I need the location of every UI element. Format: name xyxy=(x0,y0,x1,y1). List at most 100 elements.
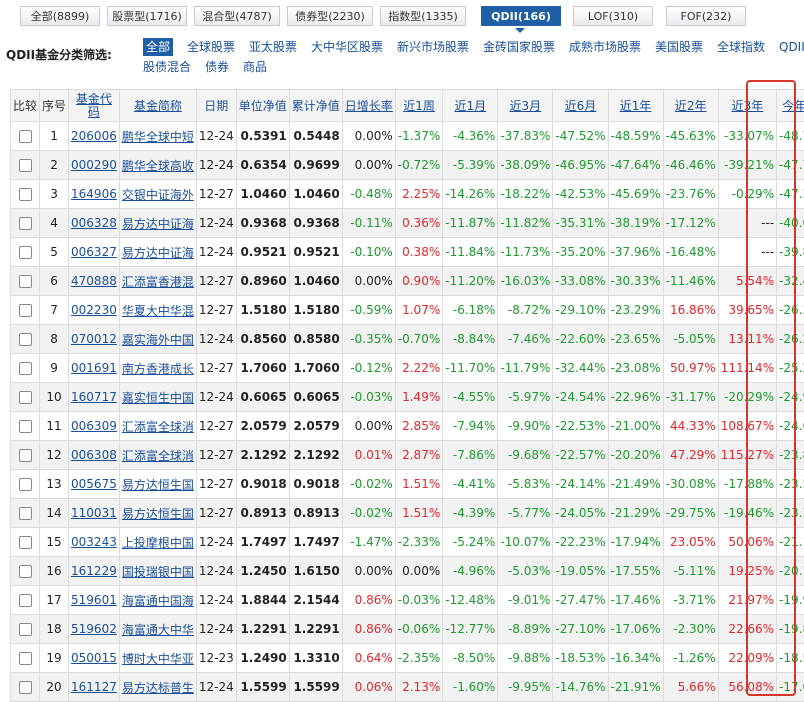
filter-stock-bond-mix[interactable]: 股债混合 xyxy=(143,58,191,76)
fund-name-link[interactable]: 鹏华全球中短 xyxy=(119,122,196,151)
fund-code-link[interactable]: 006328 xyxy=(69,209,120,238)
tab-stock[interactable]: 股票型(1716) xyxy=(107,6,187,26)
tab-index[interactable]: 指数型(1335) xyxy=(380,6,466,26)
compare-checkbox[interactable] xyxy=(19,130,32,143)
col-nav[interactable]: 单位净值 xyxy=(236,90,289,122)
fund-name-link[interactable]: 汇添富全球消 xyxy=(119,412,196,441)
compare-checkbox[interactable] xyxy=(19,420,32,433)
compare-checkbox[interactable] xyxy=(19,565,32,578)
filter-global-stock[interactable]: 全球股票 xyxy=(187,38,235,56)
fund-code-link[interactable]: 164906 xyxy=(69,180,120,209)
compare-checkbox[interactable] xyxy=(19,536,32,549)
filter-commodity[interactable]: 商品 xyxy=(243,58,267,76)
m6-cell: -46.95% xyxy=(553,151,608,180)
compare-checkbox[interactable] xyxy=(19,246,32,259)
col-accnav[interactable]: 累计净值 xyxy=(289,90,342,122)
fund-code-link[interactable]: 070012 xyxy=(69,325,120,354)
filter-apac-stock[interactable]: 亚太股票 xyxy=(249,38,297,56)
fund-name-link[interactable]: 汇添富全球消 xyxy=(119,441,196,470)
tab-all[interactable]: 全部(8899) xyxy=(20,6,100,26)
col-y3[interactable]: 近3年 xyxy=(718,90,776,122)
fund-code-link[interactable]: 519601 xyxy=(69,586,120,615)
fund-code-link[interactable]: 005675 xyxy=(69,470,120,499)
fund-name-link[interactable]: 鹏华全球高收 xyxy=(119,151,196,180)
col-date[interactable]: 日期 xyxy=(196,90,236,122)
fund-name-link[interactable]: 国投瑞银中国 xyxy=(119,557,196,586)
col-w1[interactable]: 近1周 xyxy=(395,90,442,122)
fund-code-link[interactable]: 000290 xyxy=(69,151,120,180)
compare-checkbox[interactable] xyxy=(19,449,32,462)
fund-name-link[interactable]: 易方达标普生 xyxy=(119,673,196,702)
tab-fof[interactable]: FOF(232) xyxy=(666,6,746,26)
compare-checkbox[interactable] xyxy=(19,652,32,665)
compare-checkbox[interactable] xyxy=(19,217,32,230)
fund-name-link[interactable]: 博时大中华亚 xyxy=(119,644,196,673)
fund-code-link[interactable]: 006327 xyxy=(69,238,120,267)
fund-code-link[interactable]: 050015 xyxy=(69,644,120,673)
fund-name-link[interactable]: 易方达恒生国 xyxy=(119,470,196,499)
tab-bond[interactable]: 债券型(2230) xyxy=(287,6,373,26)
filter-mature-stock[interactable]: 成熟市场股票 xyxy=(569,38,641,56)
compare-checkbox[interactable] xyxy=(19,478,32,491)
compare-checkbox[interactable] xyxy=(19,623,32,636)
w1-cell: 2.87% xyxy=(395,441,442,470)
filter-brics-stock[interactable]: 金砖国家股票 xyxy=(483,38,555,56)
col-y2[interactable]: 近2年 xyxy=(663,90,718,122)
fund-name-link[interactable]: 易方达中证海 xyxy=(119,238,196,267)
fund-name-link[interactable]: 易方达恒生国 xyxy=(119,499,196,528)
compare-checkbox[interactable] xyxy=(19,391,32,404)
col-daily[interactable]: 日增长率 xyxy=(342,90,395,122)
fund-name-link[interactable]: 南方香港成长 xyxy=(119,354,196,383)
fund-code-link[interactable]: 206006 xyxy=(69,122,120,151)
tab-hybrid[interactable]: 混合型(4787) xyxy=(194,6,280,26)
fund-code-link[interactable]: 519602 xyxy=(69,615,120,644)
compare-checkbox[interactable] xyxy=(19,159,32,172)
filter-greater-china-stock[interactable]: 大中华区股票 xyxy=(311,38,383,56)
fund-code-link[interactable]: 001691 xyxy=(69,354,120,383)
filter-all[interactable]: 全部 xyxy=(143,38,173,56)
col-m1[interactable]: 近1月 xyxy=(443,90,498,122)
col-name[interactable]: 基金简称 xyxy=(119,90,196,122)
compare-checkbox[interactable] xyxy=(19,188,32,201)
fund-name-link[interactable]: 易方达中证海 xyxy=(119,209,196,238)
fund-code-link[interactable]: 470888 xyxy=(69,267,120,296)
col-ytd[interactable]: 今年来▲ xyxy=(777,90,804,122)
fund-code-link[interactable]: 161127 xyxy=(69,673,120,702)
filter-emerging-stock[interactable]: 新兴市场股票 xyxy=(397,38,469,56)
filter-us-stock[interactable]: 美国股票 xyxy=(655,38,703,56)
compare-checkbox[interactable] xyxy=(19,594,32,607)
filter-bond[interactable]: 债券 xyxy=(205,58,229,76)
compare-checkbox[interactable] xyxy=(19,362,32,375)
table-row: 14110031易方达恒生国12-270.89130.8913-0.02%1.5… xyxy=(11,499,804,528)
col-m3[interactable]: 近3月 xyxy=(498,90,553,122)
fund-code-link[interactable]: 160717 xyxy=(69,383,120,412)
col-m6[interactable]: 近6月 xyxy=(553,90,608,122)
fund-code-link[interactable]: 002230 xyxy=(69,296,120,325)
fund-code-link[interactable]: 003243 xyxy=(69,528,120,557)
tab-lof[interactable]: LOF(310) xyxy=(573,6,653,26)
col-code[interactable]: 基金代码 xyxy=(69,90,120,122)
col-y1[interactable]: 近1年 xyxy=(608,90,663,122)
tab-qdii[interactable]: QDII(166) xyxy=(481,6,561,26)
fund-code-link[interactable]: 006308 xyxy=(69,441,120,470)
fund-name-link[interactable]: 上投摩根中国 xyxy=(119,528,196,557)
compare-checkbox[interactable] xyxy=(19,681,32,694)
fund-code-link[interactable]: 006309 xyxy=(69,412,120,441)
filter-qdii[interactable]: QDII xyxy=(779,38,804,56)
fund-code-link[interactable]: 110031 xyxy=(69,499,120,528)
compare-checkbox[interactable] xyxy=(19,304,32,317)
m6-cell: -19.05% xyxy=(553,557,608,586)
daily-cell: 0.64% xyxy=(342,644,395,673)
fund-name-link[interactable]: 嘉实海外中国 xyxy=(119,325,196,354)
compare-checkbox[interactable] xyxy=(19,333,32,346)
fund-name-link[interactable]: 嘉实恒生中国 xyxy=(119,383,196,412)
fund-name-link[interactable]: 华夏大中华混 xyxy=(119,296,196,325)
filter-global-index[interactable]: 全球指数 xyxy=(717,38,765,56)
fund-name-link[interactable]: 交银中证海外 xyxy=(119,180,196,209)
compare-checkbox[interactable] xyxy=(19,275,32,288)
fund-code-link[interactable]: 161229 xyxy=(69,557,120,586)
fund-name-link[interactable]: 海富通大中华 xyxy=(119,615,196,644)
compare-checkbox[interactable] xyxy=(19,507,32,520)
fund-name-link[interactable]: 海富通中国海 xyxy=(119,586,196,615)
fund-name-link[interactable]: 汇添富香港混 xyxy=(119,267,196,296)
